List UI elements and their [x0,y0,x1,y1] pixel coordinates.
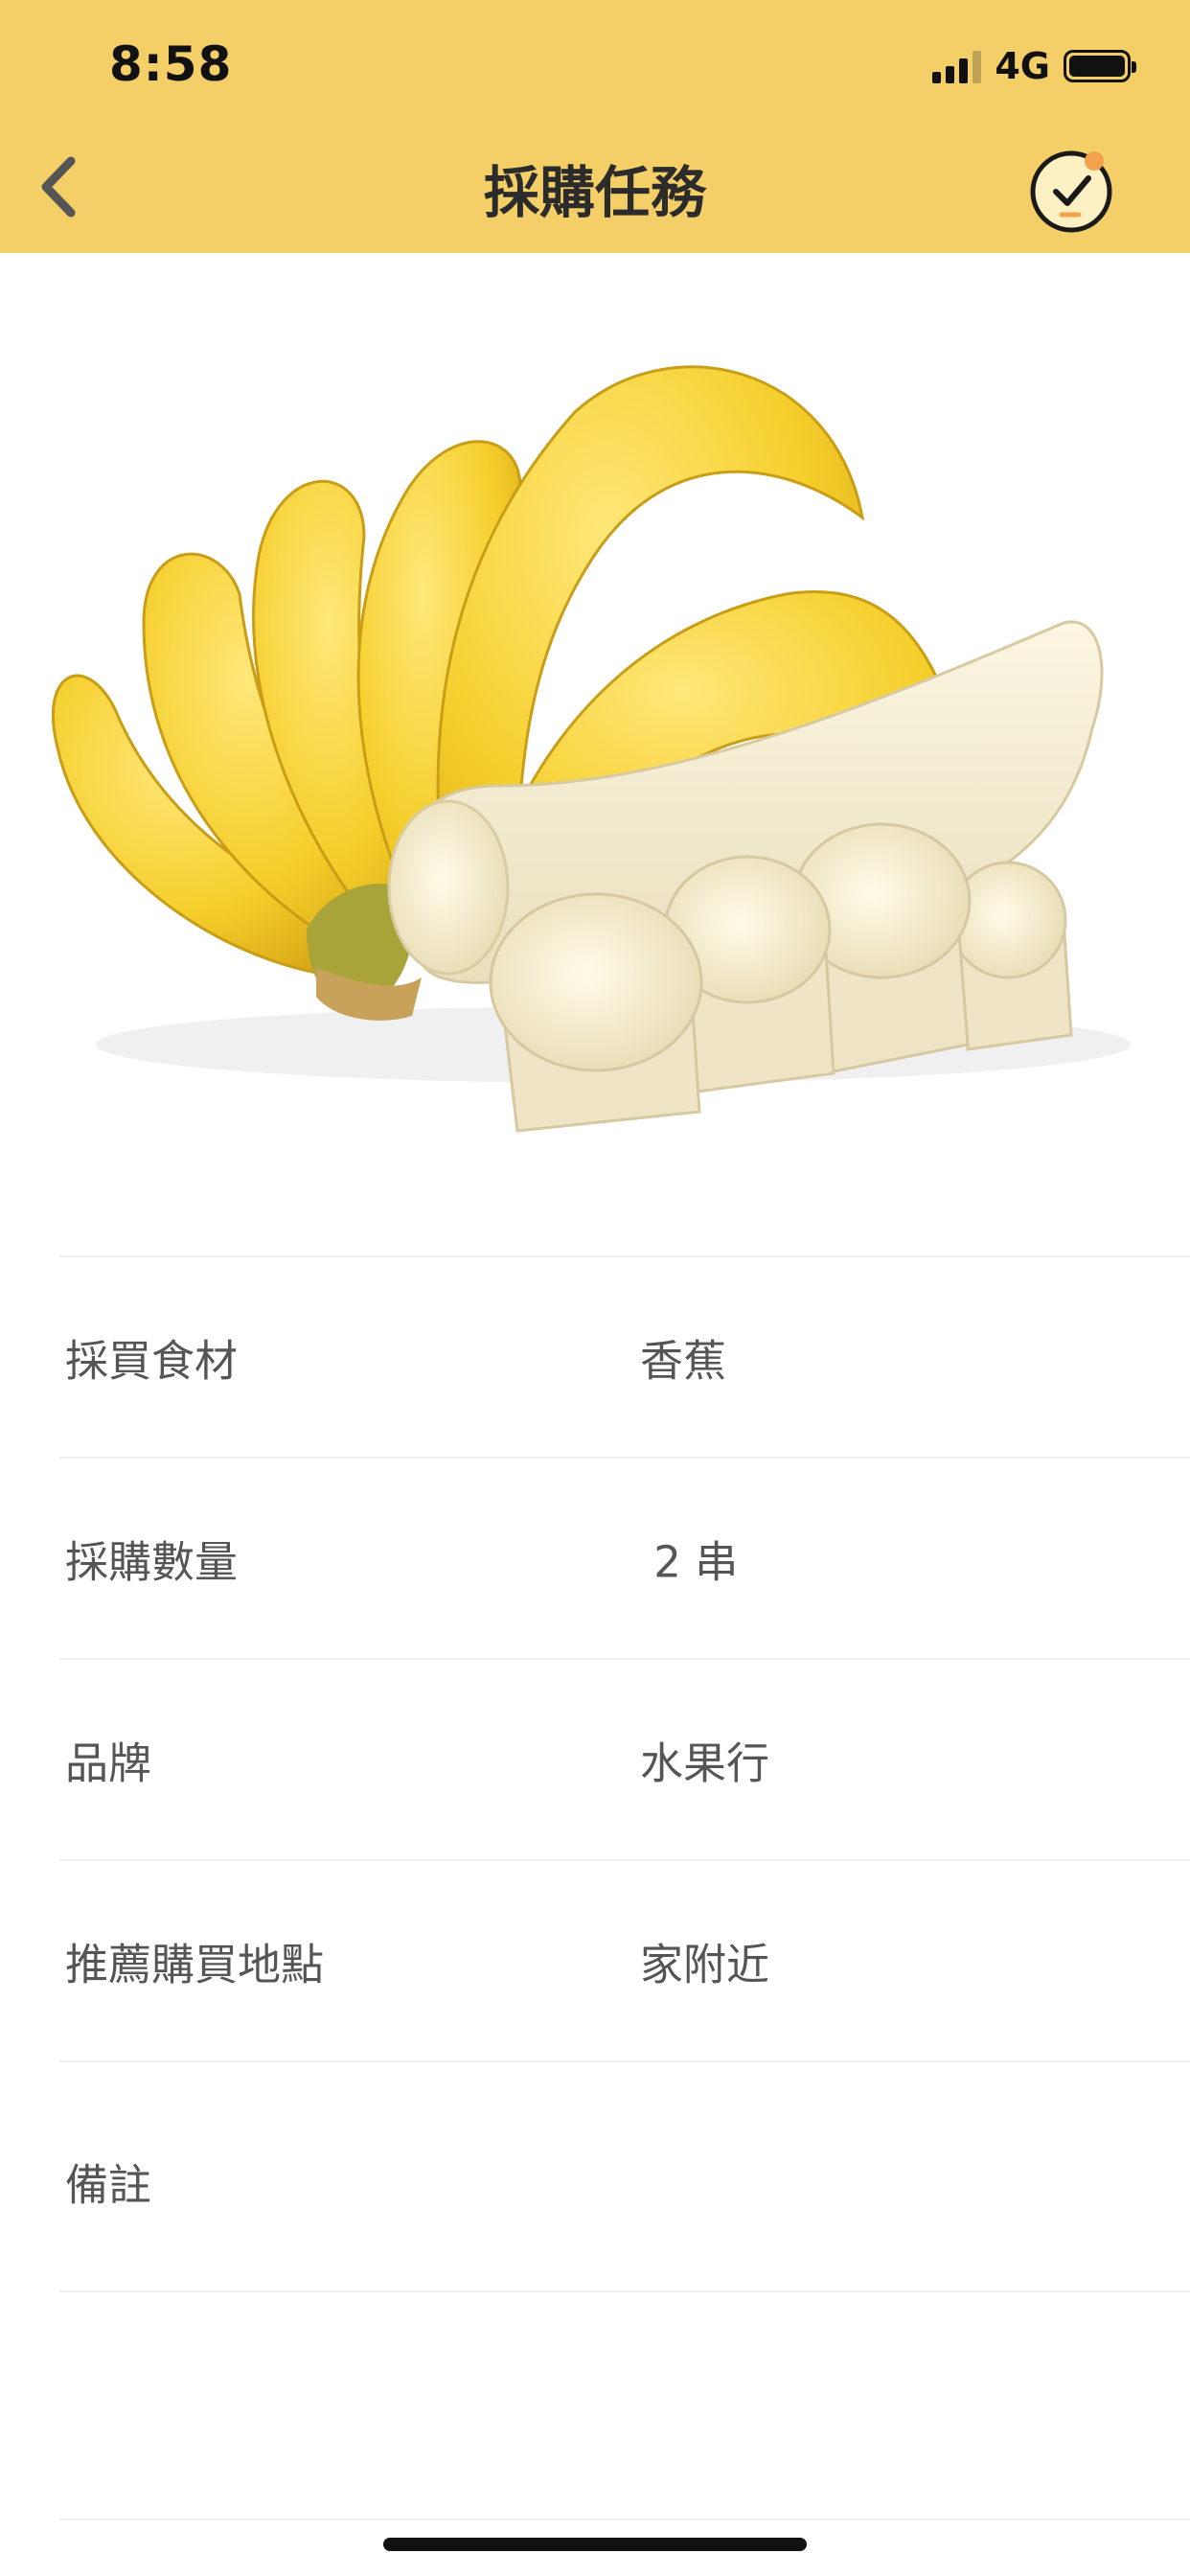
note-label: 備註 [65,2159,152,2211]
location-value: 家附近 [640,1939,770,1990]
ingredient-value: 香蕉 [640,1335,727,1387]
clock-check-icon [1030,150,1112,233]
detail-row-location: 推薦購買地點 家附近 [59,1859,1190,2060]
page-title: 採購任務 [483,160,706,225]
network-type: 4G [995,45,1050,87]
battery-icon [1064,50,1136,82]
ingredient-photo [0,307,1190,1169]
detail-row-quantity: 採購數量 2 串 [59,1457,1190,1658]
detail-row-ingredient: 採買食材 香蕉 [59,1255,1190,1457]
location-label: 推薦購買地點 [65,1939,325,1990]
complete-task-button[interactable] [1025,144,1121,240]
app-header: 8:58 4G 採購任務 [0,0,1190,253]
cellular-signal-icon [932,49,982,83]
brand-label: 品牌 [65,1737,152,1789]
detail-row-brand: 品牌 水果行 [59,1658,1190,1859]
task-details-list: 採買食材 香蕉 採購數量 2 串 品牌 水果行 推薦購買地點 家附近 備註 [59,1255,1190,2520]
detail-row-note: 備註 [59,2060,1190,2290]
home-indicator[interactable] [383,2538,807,2551]
brand-value: 水果行 [640,1737,770,1789]
status-time: 8:58 [109,36,233,92]
status-icons: 4G [932,42,1136,90]
note-content-area [59,2290,1190,2520]
ingredient-label: 採買食材 [65,1335,239,1387]
quantity-label: 採購數量 [65,1536,239,1588]
quantity-value: 2 串 [640,1536,739,1588]
